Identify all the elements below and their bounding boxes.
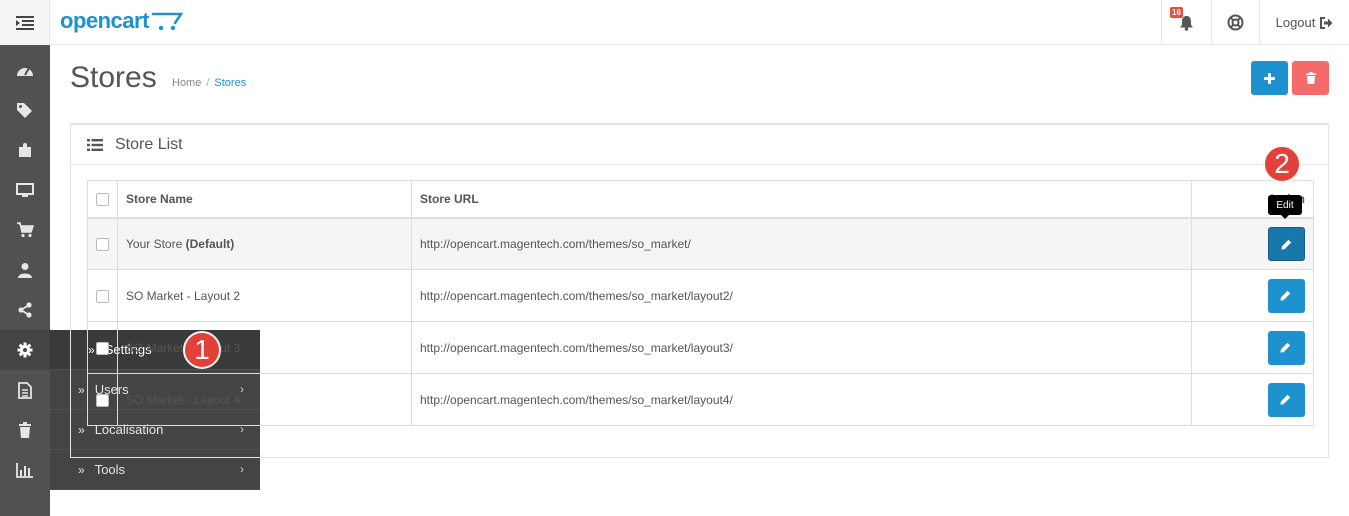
- trash-icon: [19, 422, 31, 438]
- cog-icon: [17, 342, 33, 358]
- panel-heading: Store List: [71, 125, 1328, 165]
- row-select-cell: [87, 217, 118, 270]
- add-store-button[interactable]: [1251, 61, 1288, 95]
- breadcrumb: Home / Stores: [172, 77, 246, 89]
- cart-logo-icon: [151, 12, 184, 31]
- pencil-icon: [1280, 394, 1291, 404]
- column-header-store-url[interactable]: Store URL: [411, 180, 1192, 219]
- file-icon: [18, 381, 32, 399]
- top-header: opencart 16 Logout: [0, 0, 1349, 45]
- sidebar-item-design[interactable]: [0, 170, 50, 210]
- double-angle-right-icon: »: [78, 462, 85, 477]
- edit-store-button[interactable]: [1268, 278, 1305, 313]
- help-button[interactable]: [1211, 0, 1259, 45]
- store-name-cell: SO Market - Layout 3: [117, 321, 412, 374]
- row-checkbox[interactable]: [96, 289, 109, 303]
- store-name-cell: SO Market - Layout 2: [117, 269, 412, 322]
- column-header-store-name[interactable]: Store Name: [117, 180, 412, 219]
- table-header-row: Store Name Store URL Action: [87, 180, 1314, 219]
- list-icon: [87, 138, 103, 151]
- sidebar-item-reports-file[interactable]: [0, 370, 50, 410]
- store-name-cell: SO Market - Layout 4: [117, 373, 412, 426]
- sign-out-icon: [1320, 16, 1333, 29]
- store-url-cell: http://opencart.magentech.com/themes/so_…: [411, 269, 1192, 322]
- store-url-cell: http://opencart.magentech.com/themes/so_…: [411, 321, 1192, 374]
- breadcrumb-current[interactable]: Stores: [214, 77, 246, 89]
- sidebar-item-trash[interactable]: [0, 410, 50, 450]
- sidebar-item-sales[interactable]: [0, 210, 50, 250]
- row-checkbox[interactable]: [96, 237, 109, 251]
- sidebar-item-catalog[interactable]: [0, 90, 50, 130]
- table-row: SO Market - Layout 3 http://opencart.mag…: [87, 321, 1314, 374]
- table-row: Your Store (Default) http://opencart.mag…: [87, 217, 1314, 270]
- store-name: Your Store: [126, 236, 183, 251]
- breadcrumb-home[interactable]: Home: [172, 77, 201, 89]
- menu-indent-icon: [15, 15, 34, 30]
- opencart-logo[interactable]: opencart: [60, 8, 185, 34]
- row-checkbox[interactable]: [96, 393, 109, 407]
- menu-toggle-button[interactable]: [0, 0, 50, 45]
- sidebar-item-customers[interactable]: [0, 250, 50, 290]
- store-url-cell: http://opencart.magentech.com/themes/so_…: [411, 373, 1192, 426]
- select-all-checkbox[interactable]: [96, 192, 109, 206]
- edit-tooltip: Edit: [1268, 195, 1302, 219]
- flyout-item-label: Tools: [94, 462, 126, 477]
- cart-icon: [17, 222, 34, 238]
- user-icon: [18, 263, 32, 278]
- sidebar-item-dashboard[interactable]: [0, 50, 50, 90]
- row-select-cell: [87, 373, 118, 426]
- breadcrumb-separator: /: [206, 77, 210, 89]
- sidebar-item-reports[interactable]: [0, 450, 50, 490]
- pencil-icon: [1280, 342, 1291, 352]
- sidebar-item-system[interactable]: [0, 330, 50, 370]
- edit-store-button[interactable]: [1268, 226, 1305, 261]
- trash-icon: [1305, 72, 1316, 84]
- share-icon: [18, 302, 32, 318]
- action-cell: [1191, 321, 1314, 374]
- table-row: SO Market - Layout 4 http://opencart.mag…: [87, 373, 1314, 426]
- pencil-icon: [1280, 290, 1291, 300]
- sidebar-item-marketing[interactable]: [0, 290, 50, 330]
- panel-title: Store List: [115, 135, 183, 153]
- bar-chart-icon: [16, 462, 33, 478]
- default-tag: (Default): [185, 236, 235, 251]
- row-select-cell: [87, 269, 118, 322]
- sidebar-item-extensions[interactable]: [0, 130, 50, 170]
- store-url-cell: http://opencart.magentech.com/themes/so_…: [411, 217, 1192, 270]
- store-name-cell: Your Store (Default): [117, 217, 412, 270]
- table-row: SO Market - Layout 2 http://opencart.mag…: [87, 269, 1314, 322]
- action-cell: [1191, 373, 1314, 426]
- logout-label: Logout: [1275, 15, 1316, 30]
- row-checkbox[interactable]: [96, 341, 109, 355]
- logout-button[interactable]: Logout: [1259, 0, 1349, 45]
- pencil-icon: [1281, 239, 1292, 250]
- action-cell: [1191, 217, 1314, 270]
- tags-icon: [17, 103, 32, 118]
- notification-badge: 16: [1170, 7, 1183, 18]
- chevron-right-icon: ›: [240, 462, 244, 476]
- plus-icon: [1264, 72, 1275, 84]
- logo-text: opencart: [60, 8, 149, 33]
- puzzle-icon: [19, 143, 31, 157]
- row-select-cell: [87, 321, 118, 374]
- select-all-cell: [87, 180, 118, 219]
- dashboard-icon: [17, 67, 33, 76]
- delete-store-button[interactable]: [1292, 61, 1329, 95]
- step-annotation-2: 2: [1263, 145, 1301, 183]
- store-table: Store Name Store URL Action Your Store (…: [87, 180, 1314, 426]
- action-cell: [1191, 269, 1314, 322]
- desktop-icon: [16, 182, 34, 197]
- page-title: Stores: [70, 61, 157, 94]
- edit-store-button[interactable]: [1268, 382, 1305, 417]
- step-annotation-1: 1: [183, 331, 221, 369]
- sidebar: [0, 45, 50, 516]
- notifications-button[interactable]: 16: [1161, 0, 1211, 45]
- store-list-panel: Store List Store Name Store URL Action Y…: [70, 123, 1329, 458]
- edit-store-button[interactable]: [1268, 330, 1305, 365]
- life-ring-icon: [1227, 14, 1244, 31]
